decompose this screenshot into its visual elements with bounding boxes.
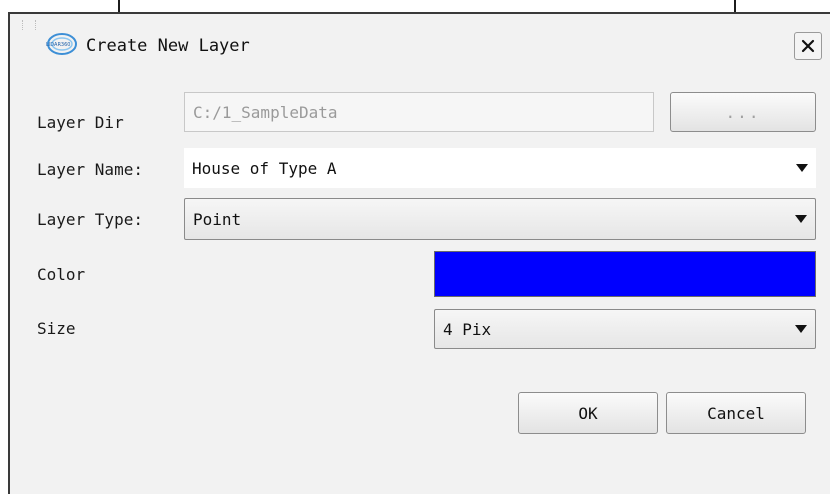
layer-dir-input[interactable]: C:/1_SampleData	[184, 92, 654, 132]
chevron-down-icon[interactable]	[795, 215, 807, 223]
size-label: Size	[37, 319, 76, 338]
size-select[interactable]: 4 Pix	[434, 309, 816, 349]
layer-dir-value: C:/1_SampleData	[193, 102, 338, 122]
color-swatch[interactable]	[434, 251, 816, 297]
layer-name-label: Layer Name:	[37, 160, 143, 179]
logo-text: LIDAR360	[46, 42, 70, 48]
ok-button[interactable]: OK	[518, 392, 658, 434]
grip-icon	[22, 20, 36, 30]
chevron-down-icon[interactable]	[795, 325, 807, 333]
create-new-layer-dialog: LIDAR360 Create New Layer Layer Dir C:/1…	[8, 12, 830, 494]
ok-button-label: OK	[578, 403, 598, 423]
cancel-button[interactable]: Cancel	[666, 392, 806, 434]
browse-button[interactable]: ...	[670, 92, 816, 132]
app-logo-icon: LIDAR360	[46, 33, 77, 55]
color-label: Color	[37, 265, 86, 284]
layer-name-combobox[interactable]: House of Type A	[184, 148, 816, 188]
browse-button-label: ...	[725, 102, 761, 122]
close-icon	[801, 39, 815, 53]
size-value: 4 Pix	[443, 319, 492, 339]
layer-name-value: House of Type A	[192, 158, 337, 178]
layer-type-select[interactable]: Point	[184, 198, 816, 240]
layer-dir-label: Layer Dir	[37, 113, 124, 132]
layer-type-value: Point	[193, 209, 242, 229]
chevron-down-icon[interactable]	[796, 164, 808, 172]
layer-type-label: Layer Type:	[37, 210, 143, 229]
title-bar: LIDAR360 Create New Layer	[10, 14, 830, 76]
cancel-button-label: Cancel	[707, 403, 765, 423]
close-button[interactable]	[794, 32, 822, 60]
dialog-title: Create New Layer	[86, 36, 250, 56]
